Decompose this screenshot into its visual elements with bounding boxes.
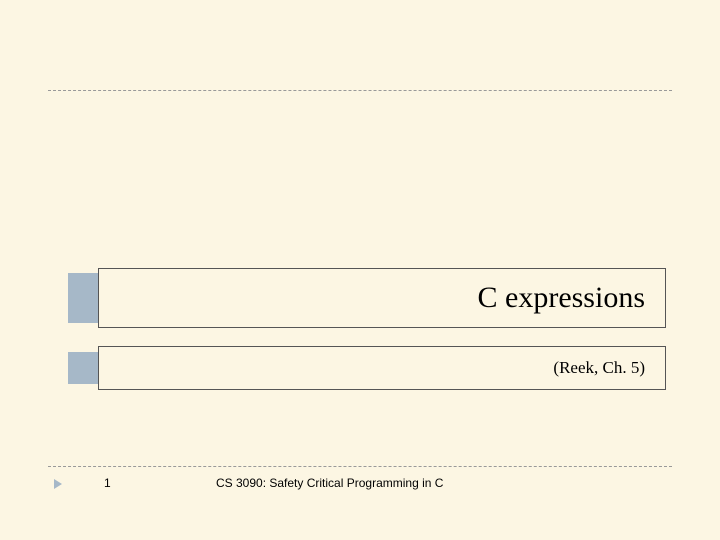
page-number: 1 (104, 476, 111, 490)
bullet-icon (54, 479, 62, 489)
slide-subtitle: (Reek, Ch. 5) (553, 358, 645, 378)
divider-top (48, 90, 672, 91)
title-accent (68, 273, 98, 323)
subtitle-block: (Reek, Ch. 5) (68, 346, 666, 390)
subtitle-accent (68, 352, 98, 384)
course-label: CS 3090: Safety Critical Programming in … (216, 476, 443, 490)
divider-bottom (48, 466, 672, 467)
subtitle-box: (Reek, Ch. 5) (98, 346, 666, 390)
title-block: C expressions (68, 268, 666, 328)
title-box: C expressions (98, 268, 666, 328)
slide-title: C expressions (478, 281, 646, 315)
